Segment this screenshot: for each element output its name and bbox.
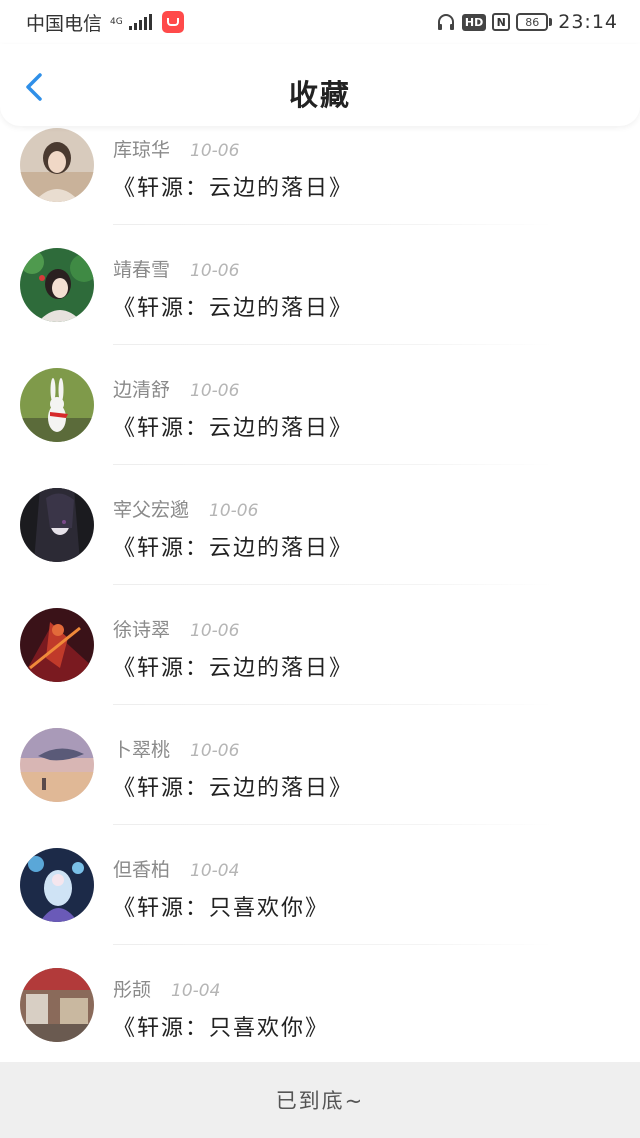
list-item[interactable]: 徐诗翠 10-06 《轩源：云边的落日》	[0, 606, 640, 726]
item-meta: 卜翠桃 10-06	[113, 735, 239, 762]
divider	[113, 224, 553, 225]
avatar[interactable]	[20, 848, 94, 922]
divider	[113, 584, 553, 585]
avatar[interactable]	[20, 728, 94, 802]
page-title: 收藏	[288, 78, 351, 112]
hd-icon: HD	[461, 13, 487, 31]
list-item[interactable]: 卜翠桃 10-06 《轩源：云边的落日》	[0, 726, 640, 846]
divider	[113, 824, 553, 825]
item-title: 《轩源：云边的落日》	[113, 416, 354, 441]
avatar[interactable]	[20, 368, 94, 442]
list-item[interactable]: 宰父宏邈 10-06 《轩源：云边的落日》	[0, 486, 640, 606]
status-bar: 中国电信 4G HD N 86 23:14	[0, 0, 640, 44]
avatar[interactable]	[20, 128, 94, 202]
list-item[interactable]: 彤颉 10-04 《轩源：只喜欢你》	[0, 966, 640, 1062]
user-name: 库琼华	[113, 139, 171, 161]
item-date: 10-06	[190, 141, 240, 161]
shopping-app-icon	[161, 11, 184, 33]
nfc-icon: N	[492, 13, 511, 31]
status-right: HD N 86 23:14	[436, 11, 618, 33]
divider	[113, 344, 553, 345]
item-title: 《轩源：云边的落日》	[113, 776, 354, 801]
item-date: 10-06	[190, 381, 240, 401]
item-meta: 但香柏 10-04	[113, 855, 239, 882]
network-type: 4G	[110, 16, 123, 27]
item-date: 10-06	[190, 261, 240, 281]
avatar[interactable]	[20, 248, 94, 322]
item-title: 《轩源：云边的落日》	[113, 656, 354, 681]
battery-level: 86	[516, 13, 549, 31]
end-of-list-footer: 已到底~	[0, 1062, 640, 1138]
signal-icon	[128, 14, 152, 30]
divider	[113, 704, 553, 705]
item-meta: 宰父宏邈 10-06	[113, 495, 258, 522]
item-meta: 边清舒 10-06	[113, 375, 239, 402]
battery-icon: 86	[516, 13, 553, 31]
user-name: 靖春雪	[113, 259, 171, 281]
clock: 23:14	[558, 11, 618, 33]
item-meta: 彤颉 10-04	[113, 975, 220, 1002]
item-title: 《轩源：只喜欢你》	[113, 896, 330, 921]
list-item[interactable]: 边清舒 10-06 《轩源：云边的落日》	[0, 366, 640, 486]
network-label: 4G	[110, 16, 123, 27]
app-header: 收藏	[0, 44, 640, 126]
item-date: 10-06	[190, 741, 240, 761]
user-name: 卜翠桃	[113, 739, 171, 761]
list-item[interactable]: 靖春雪 10-06 《轩源：云边的落日》	[0, 246, 640, 366]
status-left: 中国电信 4G	[26, 9, 184, 36]
favorites-list: 库琼华 10-06 《轩源：云边的落日》 靖春雪 10-06 《轩源：云边的落日…	[0, 126, 640, 1062]
avatar[interactable]	[20, 608, 94, 682]
user-name: 彤颉	[113, 979, 152, 1001]
divider	[113, 944, 553, 945]
item-meta: 徐诗翠 10-06	[113, 615, 239, 642]
list-item[interactable]: 但香柏 10-04 《轩源：只喜欢你》	[0, 846, 640, 966]
item-title: 《轩源：云边的落日》	[113, 176, 354, 201]
end-of-list-label: 已到底~	[275, 1089, 365, 1113]
list-item[interactable]: 库琼华 10-06 《轩源：云边的落日》	[0, 126, 640, 246]
item-title: 《轩源：云边的落日》	[113, 536, 354, 561]
avatar[interactable]	[20, 488, 94, 562]
user-name: 宰父宏邈	[113, 499, 190, 521]
item-meta: 库琼华 10-06	[113, 135, 239, 162]
item-date: 10-04	[190, 861, 240, 881]
item-meta: 靖春雪 10-06	[113, 255, 239, 282]
item-date: 10-06	[209, 501, 259, 521]
headphones-icon	[437, 14, 454, 30]
user-name: 边清舒	[113, 379, 171, 401]
item-title: 《轩源：云边的落日》	[113, 296, 354, 321]
user-name: 但香柏	[113, 859, 171, 881]
avatar[interactable]	[20, 968, 94, 1042]
item-date: 10-06	[190, 621, 240, 641]
item-title: 《轩源：只喜欢你》	[113, 1016, 330, 1041]
user-name: 徐诗翠	[113, 619, 171, 641]
item-date: 10-04	[171, 981, 221, 1001]
carrier-label: 中国电信	[26, 12, 103, 35]
divider	[113, 464, 553, 465]
